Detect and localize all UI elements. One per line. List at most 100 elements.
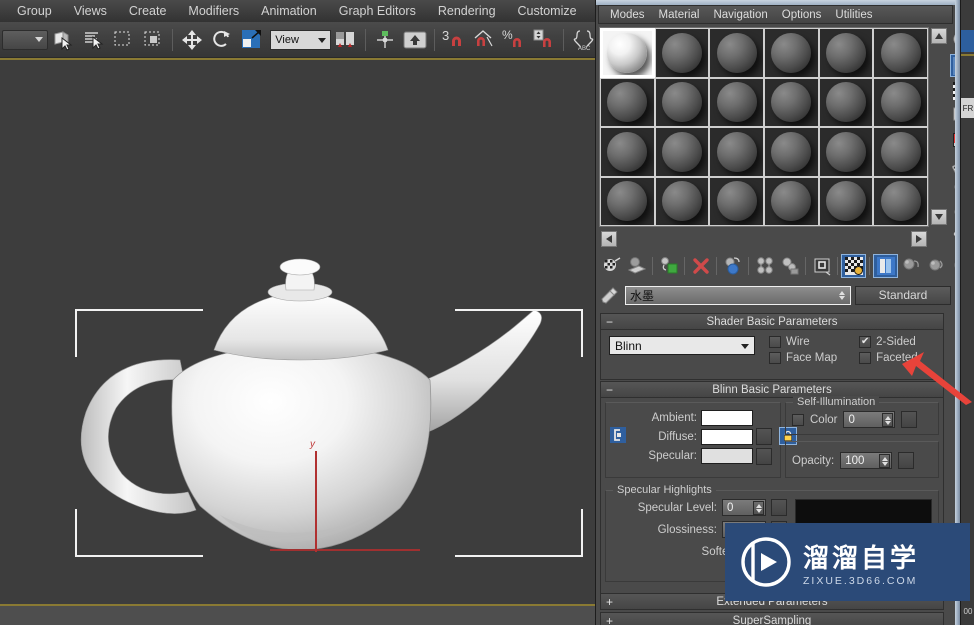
- face-map-checkbox-row[interactable]: Face Map: [769, 352, 837, 364]
- diffuse-color-swatch[interactable]: [701, 429, 753, 445]
- self-illumination-color-checkbox[interactable]: [792, 413, 804, 426]
- put-to-library-button[interactable]: [777, 254, 802, 278]
- assign-material-to-selection-button[interactable]: [656, 254, 681, 278]
- sample-slot-23[interactable]: [818, 176, 874, 226]
- sample-slot-11[interactable]: [818, 77, 874, 127]
- menu-rendering[interactable]: Rendering: [427, 2, 507, 20]
- me-menu-navigation[interactable]: Navigation: [706, 8, 774, 22]
- sample-slot-22[interactable]: [764, 176, 819, 226]
- make-unique-button[interactable]: [752, 254, 777, 278]
- sample-slot-16[interactable]: [764, 127, 819, 177]
- angle-snap-toggle-button[interactable]: [470, 25, 498, 55]
- menu-modifiers[interactable]: Modifiers: [177, 2, 250, 20]
- use-pivot-point-center-button[interactable]: [332, 25, 360, 55]
- rollout-expander[interactable]: −: [606, 384, 613, 396]
- sample-slot-6[interactable]: [873, 28, 928, 78]
- specular-level-map-button[interactable]: [771, 499, 787, 516]
- rollout-expander[interactable]: +: [606, 596, 613, 608]
- sample-slots-vertical-scrollbar[interactable]: [930, 27, 948, 227]
- sample-slot-12[interactable]: [873, 77, 928, 127]
- sample-slots-horizontal-scrollbar[interactable]: [599, 229, 929, 247]
- sample-slot-4[interactable]: [764, 28, 819, 78]
- diffuse-map-button[interactable]: [756, 428, 772, 445]
- put-material-to-scene-button[interactable]: [624, 254, 649, 278]
- sample-slot-3[interactable]: [709, 28, 764, 78]
- specular-color-swatch[interactable]: [701, 448, 753, 464]
- spinner-snap-toggle-button[interactable]: [530, 25, 558, 55]
- blinn-basic-parameters-header[interactable]: − Blinn Basic Parameters: [600, 381, 944, 398]
- wire-checkbox-row[interactable]: Wire: [769, 336, 837, 348]
- sample-slot-7[interactable]: [600, 77, 655, 127]
- sample-slot-13[interactable]: [600, 127, 655, 177]
- sample-slot-18[interactable]: [873, 127, 928, 177]
- self-illumination-value-input[interactable]: 0: [843, 411, 896, 428]
- opacity-map-button[interactable]: [898, 452, 915, 469]
- scroll-left-button[interactable]: [601, 231, 617, 247]
- menu-animation[interactable]: Animation: [250, 2, 328, 20]
- sample-slot-21[interactable]: [709, 176, 764, 226]
- me-menu-modes[interactable]: Modes: [603, 8, 652, 22]
- sample-slots-grid[interactable]: [599, 27, 929, 227]
- specular-level-spinner[interactable]: [753, 501, 764, 515]
- menu-customize[interactable]: Customize: [507, 2, 588, 20]
- sample-slot-24[interactable]: [873, 176, 928, 226]
- selection-filter-combo[interactable]: [2, 29, 49, 50]
- me-menu-material[interactable]: Material: [652, 8, 707, 22]
- sample-slot-8[interactable]: [654, 77, 710, 127]
- shader-basic-parameters-header[interactable]: − Shader Basic Parameters: [600, 313, 944, 330]
- rollout-expander[interactable]: −: [606, 316, 613, 328]
- supersampling-header[interactable]: + SuperSampling: [600, 612, 944, 625]
- show-end-result-button[interactable]: [873, 254, 898, 278]
- menu-group[interactable]: Group: [6, 2, 63, 20]
- two-sided-checkbox-row[interactable]: 2-Sided: [859, 336, 918, 348]
- window-crossing-button[interactable]: [139, 25, 167, 55]
- menu-create[interactable]: Create: [118, 2, 178, 20]
- self-illumination-map-button[interactable]: [901, 411, 918, 428]
- named-selection-button[interactable]: [401, 25, 429, 55]
- snaps-toggle-button[interactable]: 3: [440, 25, 468, 55]
- sample-slot-5[interactable]: [818, 28, 874, 78]
- select-and-manipulate-button[interactable]: [371, 25, 399, 55]
- self-illumination-spinner[interactable]: [882, 413, 894, 427]
- eyedropper-button[interactable]: [599, 285, 621, 305]
- rectangular-selection-region-button[interactable]: [109, 25, 137, 55]
- faceted-checkbox-row[interactable]: Faceted: [859, 352, 918, 364]
- scroll-up-button[interactable]: [931, 28, 947, 44]
- material-name-input[interactable]: 水墨: [625, 285, 851, 305]
- menu-graph-editors[interactable]: Graph Editors: [328, 2, 427, 20]
- material-type-button[interactable]: Standard: [855, 285, 951, 305]
- menu-views[interactable]: Views: [63, 2, 118, 20]
- opacity-value-input[interactable]: 100: [840, 452, 893, 469]
- scroll-right-button[interactable]: [911, 231, 927, 247]
- command-panel-icon[interactable]: [961, 30, 974, 52]
- get-material-button[interactable]: [599, 254, 624, 278]
- percent-snap-toggle-button[interactable]: %: [500, 25, 528, 55]
- opacity-spinner[interactable]: [879, 454, 891, 468]
- select-and-move-button[interactable]: [178, 25, 206, 55]
- ambient-color-swatch[interactable]: [701, 410, 753, 426]
- scroll-down-button[interactable]: [931, 209, 947, 225]
- go-forward-to-sibling-button[interactable]: [923, 254, 948, 278]
- specular-level-input[interactable]: 0: [722, 499, 766, 516]
- sample-slot-1[interactable]: [600, 28, 655, 78]
- sample-slot-9[interactable]: [709, 77, 764, 127]
- select-by-name-button[interactable]: [79, 25, 107, 55]
- me-menu-options[interactable]: Options: [775, 8, 829, 22]
- sample-slot-14[interactable]: [654, 127, 710, 177]
- shader-type-dropdown[interactable]: Blinn: [609, 336, 755, 355]
- sample-slot-19[interactable]: [600, 176, 655, 226]
- face-map-checkbox[interactable]: [769, 352, 781, 364]
- go-to-parent-button[interactable]: [898, 254, 923, 278]
- select-object-button[interactable]: [49, 25, 77, 55]
- material-effects-channel-button[interactable]: [809, 254, 834, 278]
- sample-slot-20[interactable]: [654, 176, 710, 226]
- perspective-viewport[interactable]: y: [0, 58, 598, 606]
- reference-coordinate-system-combo[interactable]: View: [270, 29, 331, 50]
- wire-checkbox[interactable]: [769, 336, 781, 348]
- named-selection-sets-button[interactable]: ABC: [569, 25, 597, 55]
- ambient-diffuse-lock-button[interactable]: [610, 426, 628, 448]
- faceted-checkbox[interactable]: [859, 352, 872, 364]
- me-menu-utilities[interactable]: Utilities: [828, 8, 879, 22]
- show-shaded-material-in-viewport-button[interactable]: [841, 254, 866, 278]
- sample-slot-17[interactable]: [818, 127, 874, 177]
